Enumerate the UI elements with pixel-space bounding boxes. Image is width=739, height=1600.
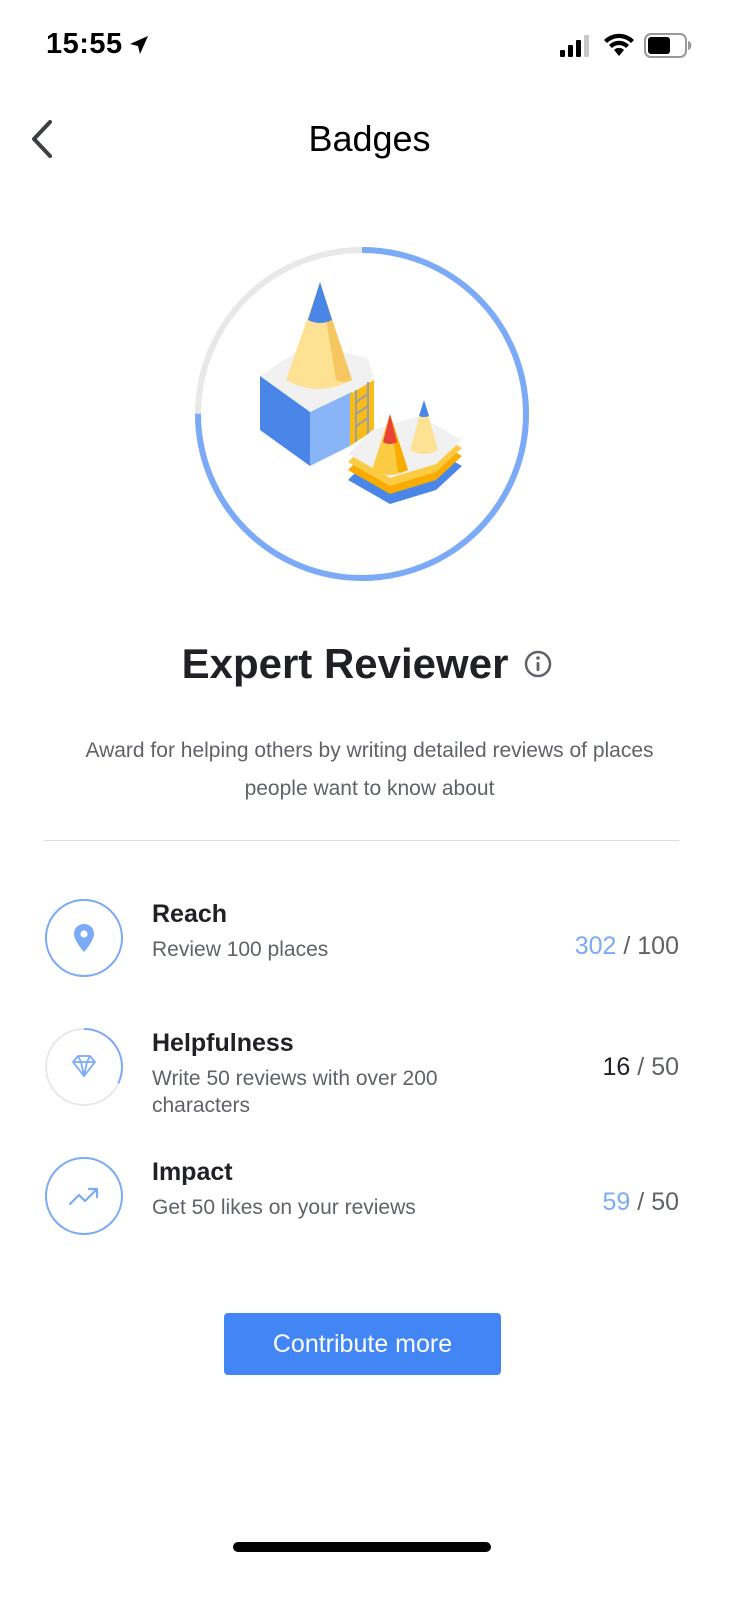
diamond-icon [72,1055,96,1077]
status-bar: 15:55 [0,0,739,92]
info-icon[interactable] [522,648,554,680]
expert-reviewer-badge-illustration [260,282,462,504]
criterion-score: 16 / 50 [602,1053,679,1081]
badge-description: Award for helping others by writing deta… [85,739,654,800]
trending-up-icon [68,1187,99,1206]
criterion-name: Impact [152,1158,233,1186]
criterion-helpfulness: Helpfulness Write 50 reviews with over 2… [44,1027,679,1117]
page-title: Badges [308,118,431,159]
score-target: 50 [651,1053,679,1081]
badge-title: Expert Reviewer [181,640,509,687]
battery-icon [644,33,692,58]
score-current: 59 [602,1188,631,1216]
contribute-more-button[interactable]: Contribute more [224,1313,501,1375]
divider [44,840,679,841]
home-indicator[interactable] [233,1542,491,1552]
criterion-name: Helpfulness [152,1029,294,1057]
score-target: 100 [637,932,679,960]
reach-progress-ring [45,899,123,977]
cellular-signal-icon [560,35,589,57]
criterion-score: 59 / 50 [602,1188,679,1216]
criterion-reach: Reach Review 100 places 302 / 100 [44,898,679,988]
criterion-description: Write 50 reviews with over 200 character… [152,1067,438,1117]
criterion-score: 302 / 100 [574,932,679,960]
score-current: 16 [602,1053,631,1081]
criterion-impact: Impact Get 50 likes on your reviews 59 /… [44,1156,679,1246]
nav-bar: Badges [0,100,739,180]
location-pin-icon [74,924,94,952]
criterion-description: Review 100 places [152,938,329,961]
badge-title-row: Expert Reviewer [0,640,739,696]
criterion-description: Get 50 likes on your reviews [152,1196,416,1219]
helpfulness-progress-ring [45,1028,123,1106]
score-target: 50 [651,1188,679,1216]
criterion-name: Reach [152,900,228,928]
impact-progress-ring [45,1157,123,1235]
score-current: 302 [574,932,617,960]
status-time: 15:55 [46,28,123,60]
wifi-icon [604,33,634,56]
location-arrow-icon [130,36,148,54]
